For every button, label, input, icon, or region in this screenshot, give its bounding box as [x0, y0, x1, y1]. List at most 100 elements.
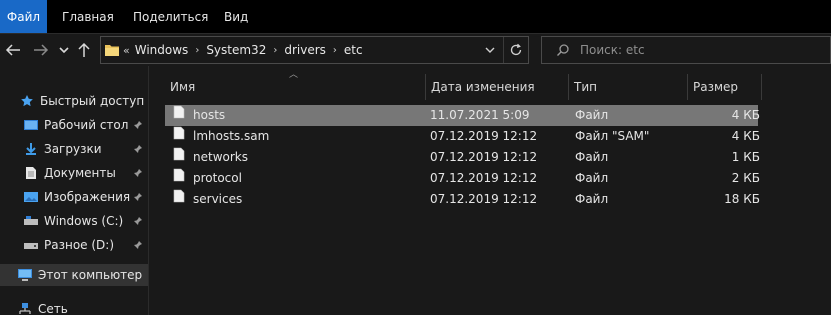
file-row-lmhosts[interactable]: lmhosts.sam 07.12.2019 12:12 Файл "SAM" … [165, 126, 760, 147]
sidebar-item-desktop[interactable]: Рабочий стол [0, 114, 148, 136]
up-button[interactable] [74, 38, 94, 62]
address-bar[interactable]: « Windows › System32 › drivers › etc [100, 36, 529, 64]
chevron-right-icon[interactable]: › [333, 45, 337, 56]
file-name-cell: protocol [173, 168, 242, 189]
file-name: protocol [193, 171, 242, 185]
drive-icon [22, 237, 40, 253]
pin-icon[interactable] [133, 191, 143, 205]
file-list: ︿ Имя Дата изменения Тип Размер hosts 11… [149, 66, 831, 315]
file-date: 07.12.2019 12:12 [430, 129, 538, 143]
sidebar-item-label: Разное (D:) [44, 238, 115, 252]
overflow-chevron-icon[interactable]: « [123, 44, 130, 57]
sidebar-item-label: Изображения [44, 190, 131, 204]
file-name: hosts [193, 108, 226, 122]
file-row-services[interactable]: services 07.12.2019 12:12 Файл 18 КБ [165, 189, 760, 210]
file-type: Файл [575, 108, 609, 122]
sidebar-item-drive-c[interactable]: Windows (C:) [0, 210, 148, 232]
search-input[interactable] [580, 41, 820, 59]
sidebar-item-label: Загрузки [44, 142, 102, 156]
tab-file[interactable]: Файл [0, 0, 47, 33]
file-date: 07.12.2019 12:12 [430, 150, 538, 164]
file-name: networks [193, 150, 248, 164]
file-name-cell: lmhosts.sam [173, 126, 269, 147]
sidebar-item-label: Сеть [38, 302, 68, 315]
file-name-cell: services [173, 189, 242, 210]
navigation-pane: Быстрый доступ Рабочий стол Загрузки Док… [0, 66, 148, 315]
refresh-icon [510, 43, 521, 56]
file-size: 4 КБ [731, 129, 760, 143]
recent-locations-button[interactable] [56, 38, 72, 62]
sidebar-item-label: Документы [44, 166, 116, 180]
file-row-hosts[interactable]: hosts 11.07.2021 5:09 Файл 4 КБ [165, 105, 760, 126]
network-icon [16, 301, 34, 315]
arrow-up-icon [78, 42, 90, 57]
file-type: Файл [575, 171, 609, 185]
address-dropdown-button[interactable] [481, 37, 499, 63]
pin-icon[interactable] [133, 239, 143, 253]
sidebar-item-network[interactable]: Сеть [0, 298, 148, 315]
breadcrumb-drivers[interactable]: drivers [284, 43, 326, 57]
file-name: services [193, 192, 243, 206]
file-size: 1 КБ [731, 150, 760, 164]
sidebar-item-label: Этот компьютер [38, 268, 143, 282]
chevron-down-icon [485, 47, 495, 53]
forward-button[interactable] [30, 38, 52, 62]
tab-share[interactable]: Поделиться [133, 0, 208, 33]
file-name-cell: networks [173, 147, 248, 168]
arrow-right-icon [34, 44, 49, 56]
sidebar-item-this-pc[interactable]: Этот компьютер [0, 264, 148, 286]
download-icon [22, 141, 40, 157]
file-icon [173, 105, 185, 126]
column-header-name[interactable]: Имя [164, 76, 425, 98]
chevron-right-icon[interactable]: › [195, 45, 199, 56]
arrow-left-icon [5, 44, 20, 56]
chevron-right-icon[interactable]: › [273, 45, 277, 56]
file-date: 11.07.2021 5:09 [430, 108, 530, 122]
file-row-networks[interactable]: networks 07.12.2019 12:12 Файл 1 КБ [165, 147, 760, 168]
file-size: 18 КБ [724, 192, 760, 206]
sidebar-item-pictures[interactable]: Изображения [0, 186, 148, 208]
file-type: Файл "SAM" [575, 129, 650, 143]
pin-icon[interactable] [133, 119, 143, 133]
sidebar-item-label: Windows (C:) [44, 214, 124, 228]
breadcrumb: « Windows › System32 › drivers › etc [123, 37, 363, 63]
pictures-icon [22, 189, 40, 205]
sidebar-item-documents[interactable]: Документы [0, 162, 148, 184]
search-box[interactable] [541, 36, 831, 64]
breadcrumb-etc[interactable]: etc [344, 43, 363, 57]
file-date: 07.12.2019 12:12 [430, 171, 538, 185]
tab-view[interactable]: Вид [224, 0, 248, 33]
refresh-button[interactable] [503, 37, 527, 63]
file-size: 4 КБ [731, 108, 760, 122]
column-header-size[interactable]: Размер [687, 76, 761, 98]
file-name-cell: hosts [173, 105, 225, 126]
column-divider[interactable] [761, 74, 762, 100]
breadcrumb-system32[interactable]: System32 [206, 43, 266, 57]
file-name: lmhosts.sam [193, 129, 270, 143]
file-type: Файл [575, 150, 609, 164]
file-icon [173, 189, 185, 210]
pin-icon[interactable] [133, 143, 143, 157]
file-row-protocol[interactable]: protocol 07.12.2019 12:12 Файл 2 КБ [165, 168, 760, 189]
sidebar-item-label: Рабочий стол [44, 118, 129, 132]
pin-icon[interactable] [133, 167, 143, 181]
desktop-icon [22, 117, 40, 133]
file-size: 2 КБ [731, 171, 760, 185]
chevron-down-icon [59, 47, 69, 54]
star-icon [18, 93, 36, 109]
back-button[interactable] [2, 38, 24, 62]
tab-home[interactable]: Главная [62, 0, 114, 33]
sidebar-item-label: Быстрый доступ [40, 94, 145, 108]
sidebar-item-quick-access[interactable]: Быстрый доступ [0, 90, 148, 112]
computer-icon [16, 267, 34, 283]
column-header-date[interactable]: Дата изменения [425, 76, 568, 98]
file-icon [173, 126, 185, 147]
documents-icon [22, 165, 40, 181]
file-type: Файл [575, 192, 609, 206]
file-icon [173, 168, 185, 189]
sidebar-item-downloads[interactable]: Загрузки [0, 138, 148, 160]
pin-icon[interactable] [133, 215, 143, 229]
column-header-type[interactable]: Тип [568, 76, 687, 98]
breadcrumb-windows[interactable]: Windows [135, 43, 189, 57]
sidebar-item-drive-d[interactable]: Разное (D:) [0, 234, 148, 256]
